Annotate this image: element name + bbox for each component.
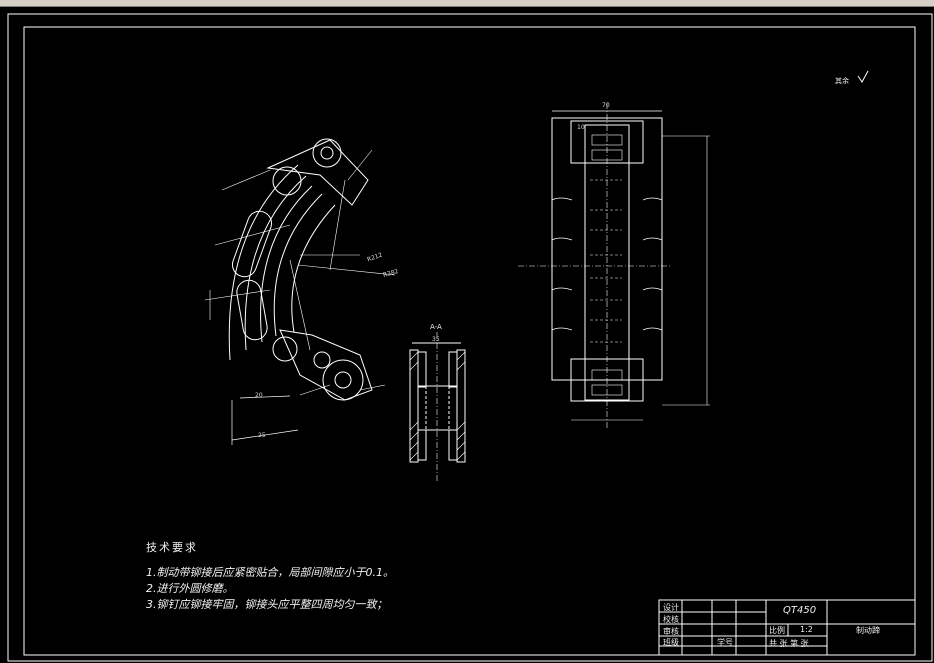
title-row-review: 审核 [663, 627, 679, 636]
brake-shoe-front-view [204, 138, 396, 445]
part-number: QT450 [783, 605, 817, 616]
dim-plan-width: 70 [602, 102, 610, 109]
title-row-class: 班级 [663, 638, 679, 647]
dim-section-width: 35 [432, 336, 440, 343]
roughness-symbol [857, 70, 869, 83]
note-item: 1.制动带铆接后应紧密贴合，局部间隙应小于0.1。 [146, 566, 394, 579]
student-id-label: 学号 [717, 638, 733, 647]
part-name: 制动蹄 [856, 626, 880, 635]
sheet-count: 共 张 第 张 [769, 639, 809, 648]
title-row-check: 校核 [663, 615, 679, 624]
plan-view [518, 103, 710, 430]
technical-requirements: 技术要求 1.制动带铆接后应紧密贴合，局部间隙应小于0.1。 2.进行外圆修磨。… [146, 540, 394, 613]
title-row-design: 设计 [663, 603, 679, 612]
section-a-a [409, 332, 466, 482]
notes-title: 技术要求 [146, 541, 198, 554]
dim-length-25: 25 [258, 432, 266, 439]
scale-label: 比例 [769, 626, 785, 635]
roughness-label: 其余 [835, 77, 849, 85]
scale-value: 1:2 [800, 625, 813, 634]
note-item: 3.铆钉应铆接牢固，铆接头应平整四周均匀一致； [146, 598, 388, 611]
dim-length-20: 20 [255, 392, 263, 399]
note-item: 2.进行外圆修磨。 [146, 582, 234, 595]
section-label: A-A [430, 323, 442, 331]
dim-plan-inner: 10 [577, 124, 585, 131]
cad-drawing-sheet [7, 13, 933, 662]
